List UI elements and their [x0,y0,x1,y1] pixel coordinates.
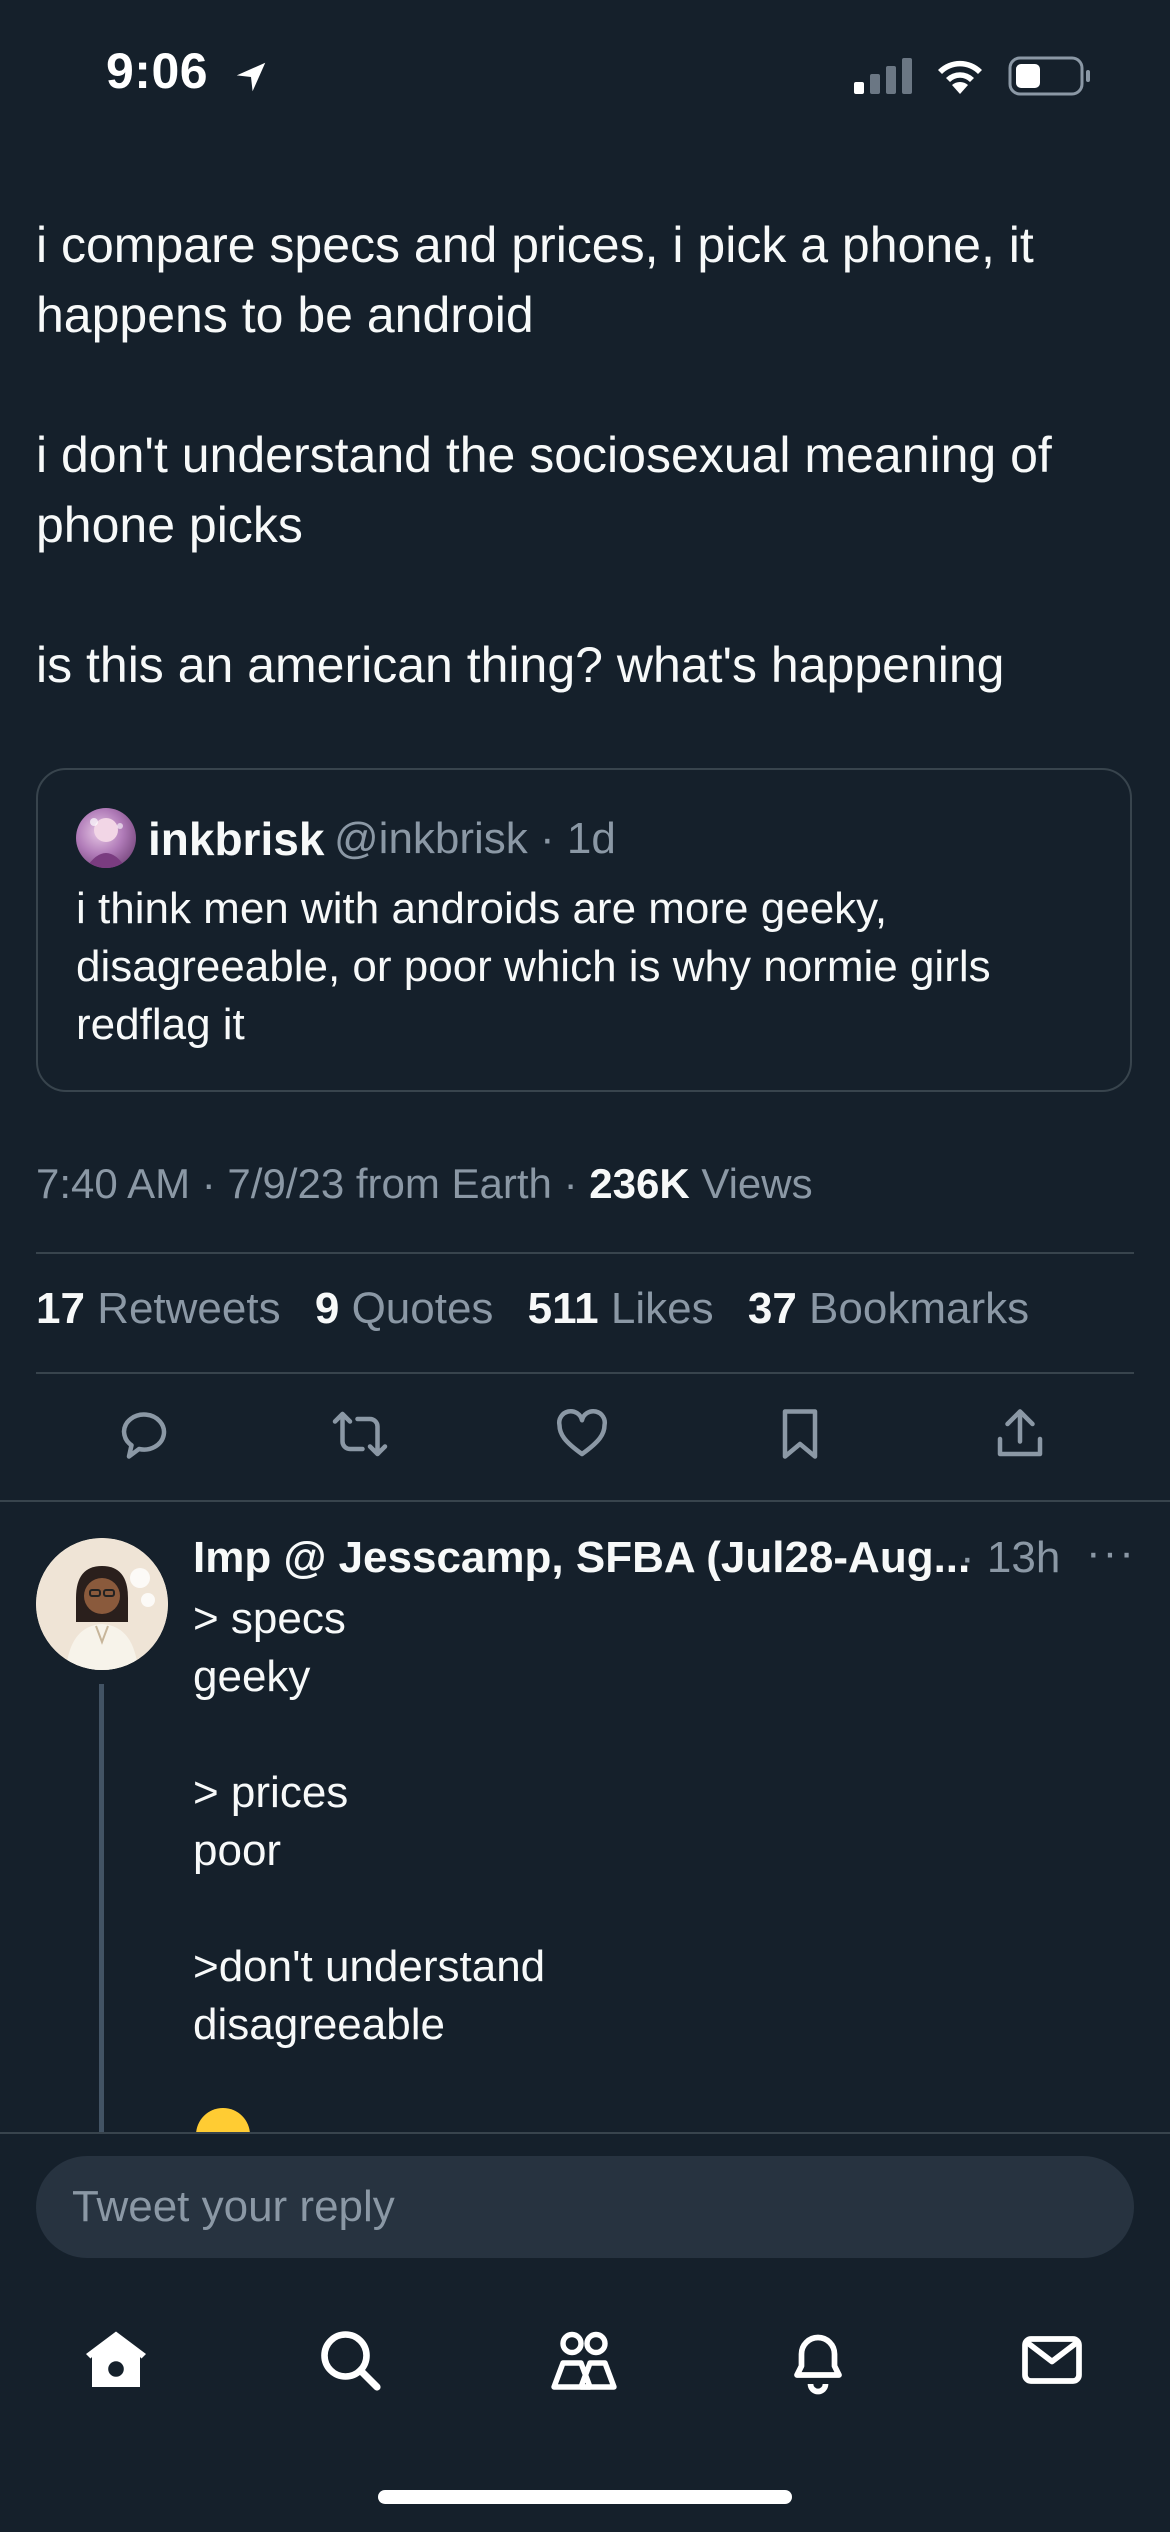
stat-quotes[interactable]: 9 Quotes [315,1284,494,1333]
reply-icon[interactable] [114,1404,174,1464]
retweet-icon[interactable] [330,1404,390,1464]
avatar-illustration-icon [86,818,126,868]
reply-avatar[interactable] [36,1538,168,1670]
quote-handle-time: @inkbrisk · 1d [334,814,616,863]
reply-paragraph: > specs geeky [193,1594,346,1701]
reply-paragraph: > prices poor [193,1768,349,1875]
thread-line [99,1684,104,2134]
divider [0,1500,1170,1502]
messages-envelope-icon[interactable] [1016,2324,1088,2396]
bookmark-icon[interactable] [770,1404,830,1464]
share-icon[interactable] [990,1404,1050,1464]
search-icon[interactable] [314,2324,386,2396]
stat-bookmarks[interactable]: 37 Bookmarks [748,1284,1029,1333]
quote-author-name[interactable]: inkbrisk [148,812,324,866]
divider [36,1252,1134,1254]
reply-paragraph: >don't understand disagreeable [193,1942,546,2049]
views-label: Views [689,1160,813,1207]
tweet-meta: 7:40 AM · 7/9/23 from Earth · 236K Views [36,1160,813,1208]
tweet-paragraph: is this an american thing? what's happen… [36,637,1005,693]
reply-input[interactable] [36,2156,1134,2258]
stat-likes[interactable]: 511 Likes [528,1284,714,1333]
reply-time: · 13h [960,1533,1061,1582]
home-icon[interactable] [80,2324,152,2396]
tweet-paragraph: i compare specs and prices, i pick a pho… [36,217,1034,343]
battery-icon [1008,56,1090,96]
like-heart-icon[interactable] [552,1404,612,1464]
views-count[interactable]: 236K [589,1160,689,1207]
quoted-tweet-card[interactable]: inkbrisk @inkbrisk · 1d i think men with… [36,768,1132,1092]
quote-text: i think men with androids are more geeky… [76,884,991,1049]
more-options-icon[interactable]: ··· [1086,1528,1136,1578]
tweet-paragraph: i don't understand the sociosexual meani… [36,427,1052,553]
status-bar: 9:06 [0,0,1170,150]
status-time: 9:06 [106,43,209,99]
communities-icon[interactable] [548,2324,620,2396]
quote-avatar[interactable] [76,808,136,868]
notifications-bell-icon[interactable] [782,2324,854,2396]
engagement-stats: 17 Retweets 9 Quotes 511 Likes 37 Bookma… [36,1284,1051,1334]
cellular-signal-icon [854,58,912,94]
stat-retweets[interactable]: 17 Retweets [36,1284,281,1333]
divider [36,1372,1134,1374]
reply-author-name[interactable]: Imp @ Jesscamp, SFBA (Jul28-Aug... [193,1533,970,1583]
location-arrow-icon [236,62,266,92]
wifi-icon [938,60,982,94]
avatar-illustration-icon [36,1538,168,1670]
tweet-text: i compare specs and prices, i pick a pho… [36,210,1126,770]
reply-text: > specs geeky > prices poor >don't under… [193,1590,1093,2112]
home-indicator [378,2490,792,2504]
timestamp-source: 7:40 AM · 7/9/23 from Earth · [36,1160,590,1207]
